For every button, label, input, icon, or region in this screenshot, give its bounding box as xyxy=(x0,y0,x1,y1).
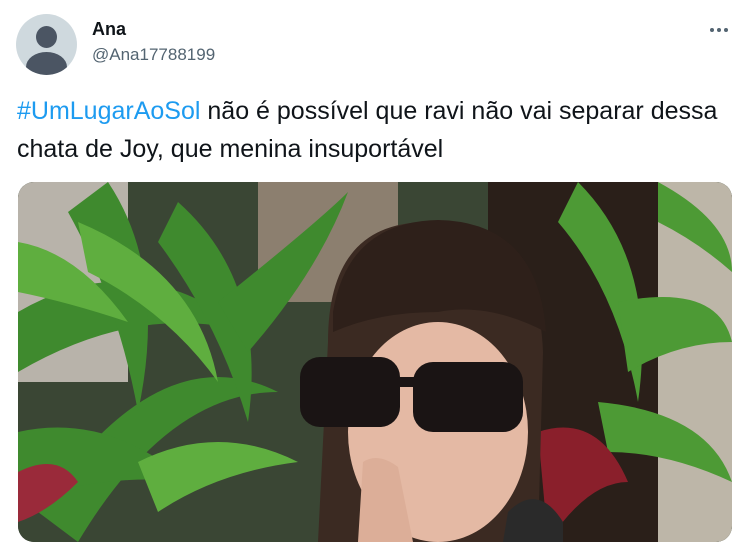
avatar-head-icon xyxy=(36,26,57,48)
more-dot xyxy=(717,28,721,32)
more-options-icon[interactable] xyxy=(707,20,731,40)
photo-image xyxy=(18,182,732,542)
tweet-card: Ana @Ana17788199 #UmLugarAoSol não é pos… xyxy=(0,0,750,542)
tweet-media-photo[interactable] xyxy=(18,182,732,542)
avatar-shoulders-icon xyxy=(26,52,67,75)
author-handle[interactable]: @Ana17788199 xyxy=(92,45,215,65)
more-dot xyxy=(710,28,714,32)
more-dot xyxy=(724,28,728,32)
tweet-text: #UmLugarAoSol não é possível que ravi nã… xyxy=(17,92,737,168)
author-name[interactable]: Ana xyxy=(92,19,126,40)
avatar[interactable] xyxy=(16,14,77,75)
hashtag-link[interactable]: #UmLugarAoSol xyxy=(17,97,200,125)
